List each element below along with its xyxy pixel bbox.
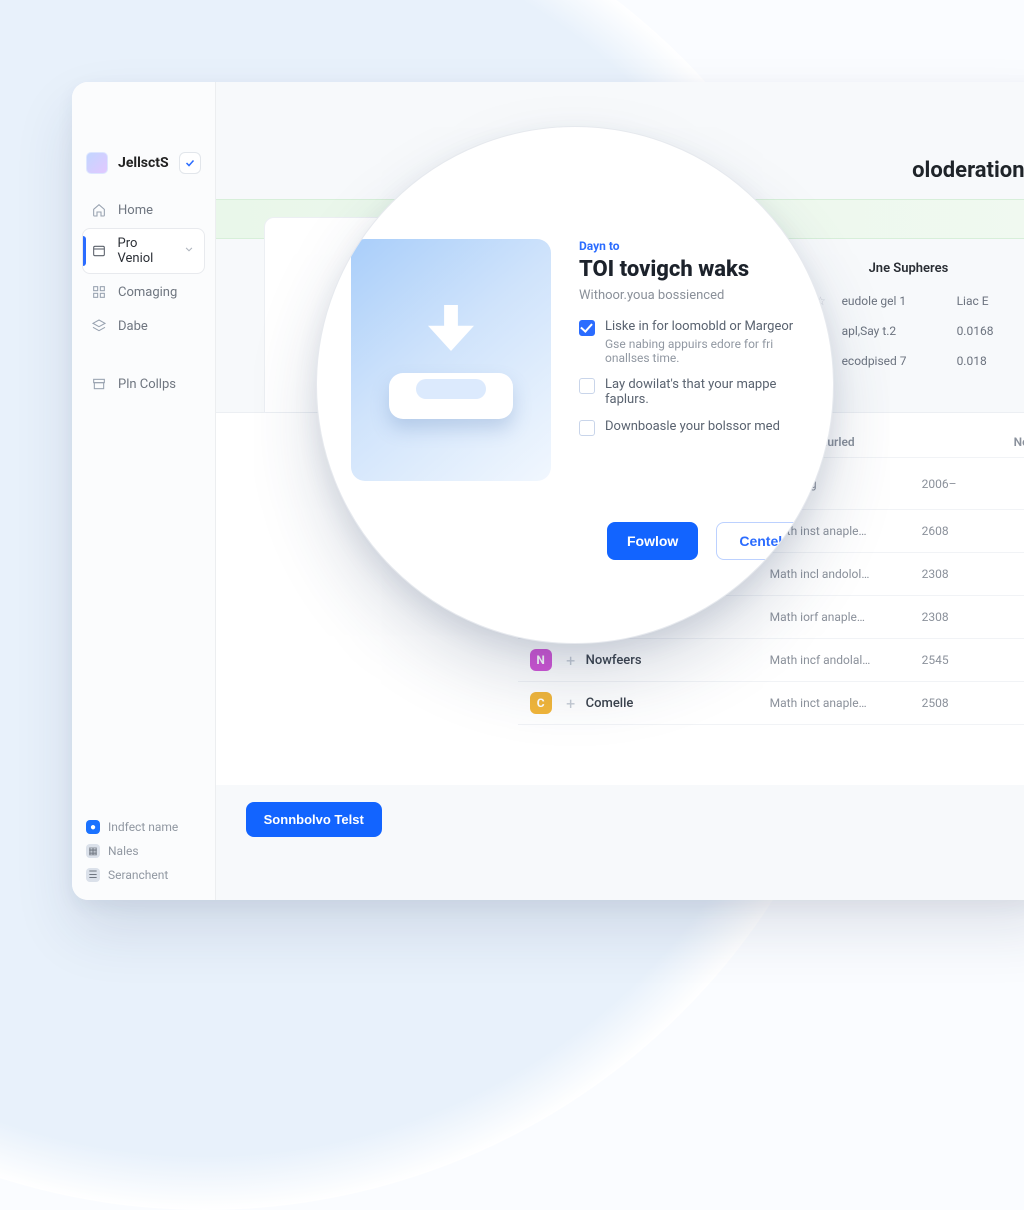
column-header: Newor [1014, 435, 1024, 449]
row-number: 2608 [922, 524, 949, 538]
row-name: ecodpised 7 [842, 354, 957, 368]
row-value: 0.018 [957, 354, 1024, 368]
layers-icon [90, 317, 108, 335]
sidebar-footer-item[interactable]: ▦ Nales [86, 844, 201, 858]
option-label: Downboasle your bolssor med [605, 419, 780, 434]
sidebar-footer-item[interactable]: ☰ Seranchent [86, 868, 201, 882]
tray-slot-icon [416, 379, 486, 399]
box-icon [91, 242, 108, 260]
row-desc: Math iorf anaple… [770, 610, 922, 624]
sidebar-footer: ● Indfect name ▦ Nales ☰ Seranchent [72, 820, 215, 900]
dialog-confirm-button[interactable]: Fowlow [607, 522, 698, 560]
dialog-actions: Fowlow Centel [607, 522, 805, 560]
primary-action-button[interactable]: Sonnbolvo Telst [246, 802, 382, 837]
indicator-dot: ● [86, 820, 100, 834]
app-icon: C [530, 692, 552, 714]
sidebar-item-plncolips[interactable]: Pln Collps [82, 368, 205, 400]
footer-label: Seranchent [108, 868, 168, 882]
row-number: 2308 [922, 610, 949, 624]
row-desc: Math incf andolal… [770, 653, 922, 667]
sidebar-item-home[interactable]: Home [82, 194, 205, 226]
column-header: Jne Supheres [869, 261, 1024, 276]
row-name: Nowfeers [586, 653, 770, 668]
app-icon: N [530, 649, 552, 671]
row-number: 2545 [922, 653, 949, 667]
sidebar-item-proveniol[interactable]: Pro Veniol [82, 228, 205, 274]
row-desc: Math incl andolol… [770, 567, 922, 581]
workspace-check-icon [179, 152, 201, 174]
option-desc: Gse nabing appuirs edore for fri onallse… [605, 337, 799, 365]
download-dialog: Dayn to TOI tovigch waks Withoor.youa bo… [351, 239, 799, 481]
workspace-logo [86, 152, 108, 174]
sidebar: JellsctS Home Pro Veniol Comaging Dabe [72, 82, 216, 900]
home-icon [90, 201, 108, 219]
dialog-option[interactable]: Downboasle your bolssor med [579, 419, 799, 435]
dialog-eyebrow: Dayn to [579, 239, 799, 253]
dialog-title: TOI tovigch waks [579, 257, 799, 282]
row-value: 0.0168 [957, 324, 1024, 338]
checkbox[interactable] [579, 378, 595, 394]
sidebar-nav: Home Pro Veniol Comaging Dabe Pln Collps [72, 188, 215, 406]
dialog-cancel-button[interactable]: Centel [716, 522, 805, 560]
row-value: Liac E [957, 294, 1024, 308]
footer-label: Indfect name [108, 820, 178, 834]
chevron-down-icon [182, 242, 196, 260]
app-row[interactable]: C + ComelleMath inct anaple…2508 [518, 682, 1024, 725]
dialog-body: Dayn to TOI tovigch waks Withoor.youa bo… [579, 239, 799, 481]
row-number: 2508 [922, 696, 949, 710]
row-desc: Math inct anaple… [770, 696, 922, 710]
sidebar-item-label: Dabe [118, 319, 148, 334]
sidebar-item-comaging[interactable]: Comaging [82, 276, 205, 308]
list-icon: ☰ [86, 868, 100, 882]
dialog-option[interactable]: Lay dowilat's that your mappe faplurs. [579, 377, 799, 407]
download-hero-icon [351, 239, 551, 481]
workspace-name: JellsctS [118, 155, 169, 171]
sidebar-item-dabe[interactable]: Dabe [82, 310, 205, 342]
dialog-option[interactable]: Liske in for loomobld or Margeor Gse nabi… [579, 319, 799, 365]
expand-icon[interactable]: + [562, 651, 580, 670]
sidebar-footer-item[interactable]: ● Indfect name [86, 820, 201, 834]
checkbox[interactable] [579, 420, 595, 436]
checkbox[interactable] [579, 320, 595, 336]
footer-label: Nales [108, 844, 139, 858]
sidebar-item-label: Pln Collps [118, 377, 176, 392]
row-name: apl,Say t.2 [842, 324, 957, 338]
option-label: Liske in for loomobld or Margeor [605, 319, 799, 334]
archive-icon [90, 375, 108, 393]
sidebar-item-label: Pro Veniol [118, 236, 172, 266]
expand-icon[interactable]: + [562, 694, 580, 713]
sidebar-item-label: Home [118, 203, 153, 218]
app-row[interactable]: N + NowfeersMath incf andolal…2545 [518, 639, 1024, 682]
option-label: Lay dowilat's that your mappe faplurs. [605, 377, 799, 407]
row-number: 2006– [922, 477, 957, 491]
workspace-switcher[interactable]: JellsctS [72, 152, 215, 188]
square-icon: ▦ [86, 844, 100, 858]
row-number: 2308 [922, 567, 949, 581]
sidebar-item-label: Comaging [118, 285, 177, 300]
row-name: Comelle [586, 696, 770, 711]
arrow-down-icon [428, 305, 474, 351]
row-name: eudole gel 1 [842, 294, 957, 308]
grid-icon [90, 283, 108, 301]
magnifier-dialog-lens: Dayn to TOI tovigch waks Withoor.youa bo… [316, 126, 834, 644]
dialog-subtitle: Withoor.youa bossienced [579, 288, 799, 303]
